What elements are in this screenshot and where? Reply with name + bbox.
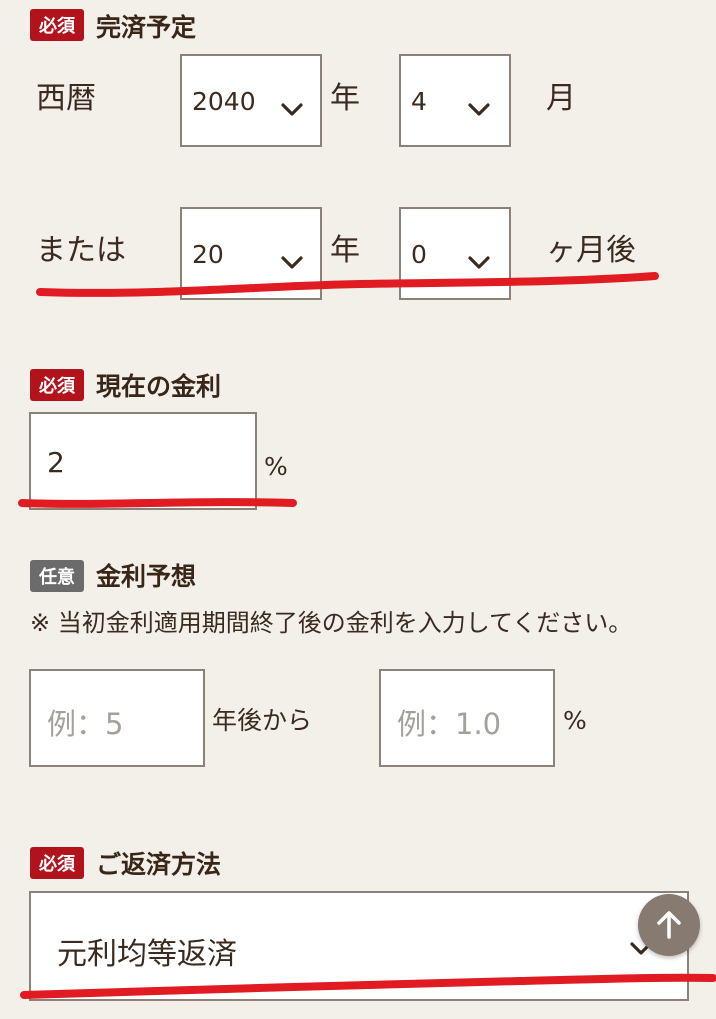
- repayment-method-value: 元利均等返済: [57, 937, 237, 972]
- required-badge: 必須: [30, 9, 84, 41]
- repayment-title: ご返済方法: [96, 850, 222, 879]
- years-after-unit: 年: [330, 233, 360, 268]
- loan-form: 必須 完済予定 西暦 2040 年 4 月 または 20 年 0 ヶ月後 必須 …: [0, 0, 716, 1019]
- chevron-down-icon: [468, 256, 490, 269]
- month-select[interactable]: 4: [399, 54, 511, 147]
- chevron-down-icon: [468, 103, 490, 116]
- forecast-years-input[interactable]: 例：5: [29, 669, 205, 767]
- forecast-years-suffix: 年後から: [212, 706, 313, 735]
- months-after-value: 0: [411, 240, 427, 269]
- current-rate-value: 2: [47, 446, 65, 479]
- forecast-years-placeholder: 例：5: [47, 707, 124, 741]
- forecast-rate-placeholder: 例：1.0: [397, 707, 502, 741]
- era-label: 西暦: [36, 81, 96, 116]
- current-rate-unit: %: [264, 452, 288, 481]
- optional-badge: 任意: [30, 560, 84, 592]
- current-rate-input[interactable]: 2: [29, 412, 257, 510]
- annotation-underline: [36, 272, 659, 297]
- months-after-select[interactable]: 0: [399, 207, 511, 300]
- years-after-value: 20: [192, 240, 224, 269]
- or-label: または: [36, 233, 126, 268]
- rate-forecast-title: 金利予想: [96, 562, 197, 591]
- year-select-value: 2040: [192, 87, 256, 116]
- required-badge: 必須: [30, 369, 84, 401]
- repayment-method-select[interactable]: 元利均等返済: [29, 891, 689, 1001]
- rate-forecast-note: ※ 当初金利適用期間終了後の金利を入力してください。: [30, 609, 633, 637]
- years-after-select[interactable]: 20: [180, 207, 322, 300]
- forecast-rate-unit: %: [563, 706, 587, 735]
- months-after-unit: ヶ月後: [546, 233, 636, 268]
- year-select[interactable]: 2040: [180, 54, 322, 147]
- required-badge: 必須: [30, 847, 84, 879]
- year-unit: 年: [330, 81, 360, 116]
- scroll-top-button[interactable]: [638, 894, 700, 956]
- forecast-rate-input[interactable]: 例：1.0: [379, 669, 555, 767]
- current-rate-title: 現在の金利: [96, 372, 222, 401]
- chevron-down-icon: [281, 256, 303, 269]
- month-unit: 月: [546, 81, 576, 116]
- month-select-value: 4: [411, 87, 427, 116]
- arrow-up-icon: [657, 911, 681, 939]
- chevron-down-icon: [281, 103, 303, 116]
- completion-title: 完済予定: [96, 13, 197, 42]
